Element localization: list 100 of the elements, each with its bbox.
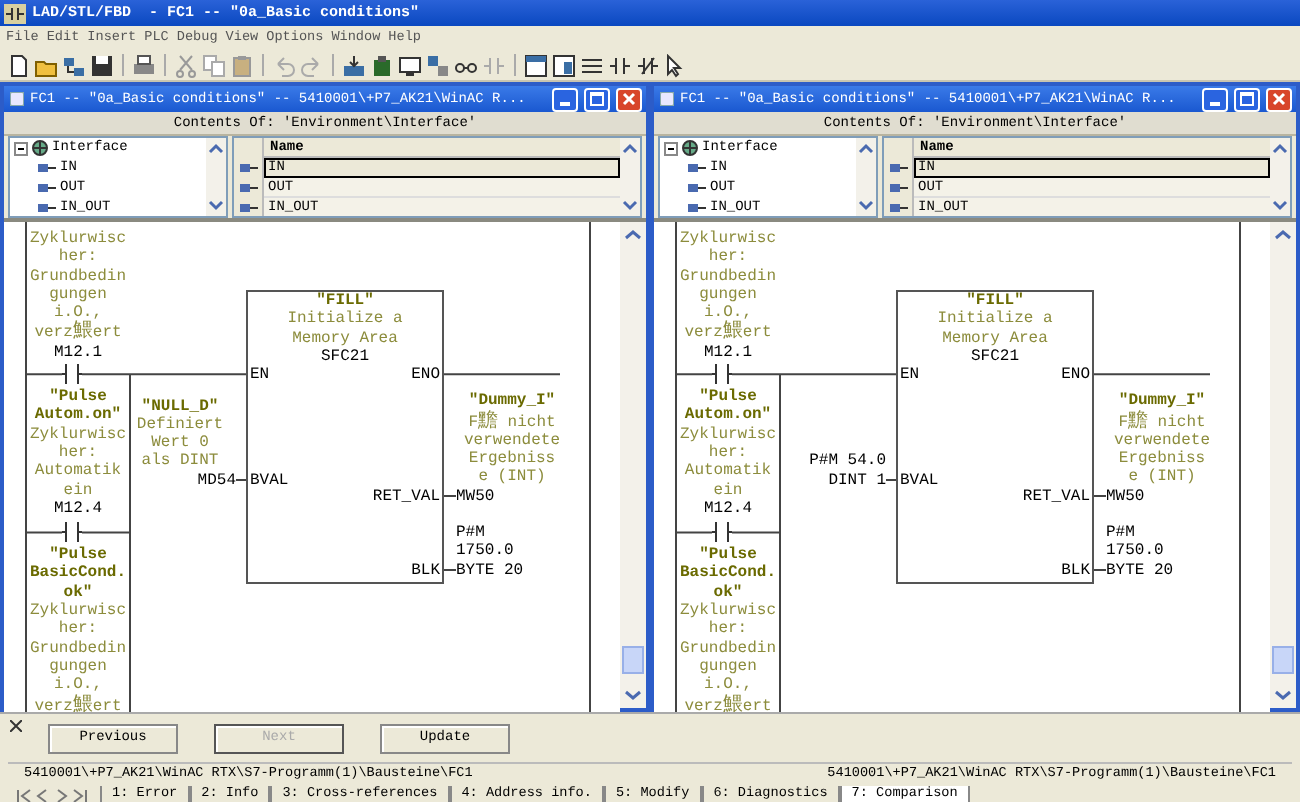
scroll-down-icon[interactable]	[624, 690, 642, 702]
scroll-down-icon[interactable]	[622, 200, 638, 212]
save-icon[interactable]	[90, 53, 114, 77]
wire	[731, 531, 781, 534]
pin-label: BVAL	[900, 472, 939, 491]
maximize-icon	[590, 92, 604, 106]
window-icon	[10, 92, 24, 106]
scroll-up-icon[interactable]	[208, 142, 224, 154]
symbol-name: "Dummy_I"	[1116, 392, 1208, 411]
network-nodes-icon[interactable]	[62, 53, 86, 77]
scroll-thumb[interactable]	[622, 646, 644, 674]
scroll-up-icon[interactable]	[622, 142, 638, 154]
wire	[443, 569, 457, 571]
maximize-button[interactable]	[1234, 87, 1260, 111]
block-symbol: "FILL"	[964, 292, 1026, 310]
block-number: SFC21	[318, 347, 371, 367]
application-icon	[4, 3, 26, 23]
globe-icon	[682, 140, 698, 156]
pin-label: BLK	[1061, 562, 1090, 581]
vertical-scrollbar[interactable]	[620, 138, 640, 216]
symbol-name: "Dummy_I"	[466, 392, 558, 411]
block-description: Initialize a Memory Area	[285, 310, 405, 348]
scroll-down-icon[interactable]	[858, 200, 874, 212]
maximize-button[interactable]	[584, 87, 610, 111]
vertical-scrollbar[interactable]	[856, 138, 876, 216]
parameter-icon	[889, 182, 907, 194]
comment-text: Zyklurwisc her: Automatik ein	[27, 425, 128, 500]
pin-label: EN	[900, 366, 920, 385]
scroll-thumb[interactable]	[1272, 646, 1294, 674]
comment-text: Zyklurwisc her: Grundbedin gungen i.O., verz鰃ert	[27, 230, 128, 344]
symbol-name: "Pulse BasicCond. ok"	[27, 546, 128, 602]
scroll-up-icon[interactable]	[624, 228, 642, 240]
operand-label: P#M 54.0 DINT 1	[807, 452, 886, 490]
normally-open-contact-icon[interactable]	[608, 53, 632, 77]
window-icon[interactable]	[524, 53, 548, 77]
comment-text: Zyklurwisc her: Grundbedin gungen i.O., verz鰃ert	[677, 230, 778, 344]
symbol-name: "Pulse Autom.on"	[682, 388, 774, 426]
window-split-icon[interactable]	[552, 53, 576, 77]
collapse-icon[interactable]	[664, 141, 678, 155]
cpu-module-icon[interactable]	[370, 53, 394, 77]
parameter-icon	[889, 202, 907, 214]
pin-label: ENO	[1061, 366, 1090, 385]
scroll-up-icon[interactable]	[1274, 228, 1292, 240]
wire	[25, 531, 63, 534]
print-icon[interactable]	[132, 53, 156, 77]
wire	[25, 373, 63, 376]
parameter-icon	[239, 182, 257, 194]
globe-icon	[32, 140, 48, 156]
scroll-down-icon[interactable]	[1272, 200, 1288, 212]
parameter-icon	[239, 202, 257, 214]
wire	[443, 373, 561, 376]
help-pointer-icon[interactable]	[664, 53, 688, 77]
parameter-icon	[688, 202, 706, 214]
symbol-name: "Pulse BasicCond. ok"	[677, 546, 778, 602]
list-icon[interactable]	[580, 53, 604, 77]
vertical-scrollbar[interactable]	[1270, 138, 1290, 216]
scroll-up-icon[interactable]	[858, 142, 874, 154]
collapse-icon[interactable]	[14, 141, 28, 155]
minimize-button[interactable]	[552, 87, 578, 111]
scroll-down-icon[interactable]	[1274, 690, 1292, 702]
pin-label: ENO	[411, 366, 440, 385]
download-icon[interactable]	[342, 53, 366, 77]
operand-label: MW50	[1106, 487, 1147, 506]
comment-text: Definiert Wert 0 als DINT	[134, 415, 226, 472]
vertical-scrollbar[interactable]	[620, 222, 646, 708]
scroll-down-icon[interactable]	[208, 200, 224, 212]
operand-label: MD54	[195, 471, 236, 490]
normally-closed-contact-icon[interactable]	[636, 53, 660, 77]
symbol-name: "NULL_D"	[139, 397, 221, 416]
comment-text: F黵 nicht verwendete Ergebniss e (INT)	[1111, 411, 1212, 488]
comment-text: Zyklurwisc her: Grundbedin gungen i.O., verz鰃ert	[677, 602, 778, 712]
monitor-icon[interactable]	[398, 53, 422, 77]
vertical-scrollbar[interactable]	[206, 138, 226, 216]
close-button[interactable]	[8, 718, 24, 734]
operand-label: P#M 1750.0 BYTE 20	[1106, 524, 1176, 580]
contact-icon	[62, 364, 82, 385]
operand-label: MW50	[456, 487, 497, 506]
contact-icon	[62, 522, 82, 543]
window-icon	[660, 92, 674, 106]
new-file-icon[interactable]	[6, 53, 30, 77]
comment-text: Zyklurwisc her: Automatik ein	[677, 425, 778, 500]
vertical-scrollbar[interactable]	[1270, 222, 1296, 708]
close-icon	[1272, 92, 1286, 106]
parameter-icon	[688, 182, 706, 194]
pin-label: BLK	[411, 562, 440, 581]
comment-text: F黵 nicht verwendete Ergebniss e (INT)	[461, 411, 562, 488]
block-number: SFC21	[968, 347, 1021, 367]
pin-label: EN	[250, 366, 270, 385]
minimize-button[interactable]	[1202, 87, 1228, 111]
scroll-up-icon[interactable]	[1272, 142, 1288, 154]
maximize-icon	[1240, 92, 1254, 106]
close-icon	[622, 92, 636, 106]
tab-scroll-arrows-icon[interactable]	[16, 788, 88, 802]
pin-label: BVAL	[250, 472, 289, 491]
parameter-icon	[38, 202, 56, 214]
wire	[885, 479, 897, 481]
wire	[443, 495, 457, 497]
wire	[1093, 373, 1211, 376]
contact-icon	[712, 522, 732, 543]
parameter-icon	[239, 162, 257, 174]
